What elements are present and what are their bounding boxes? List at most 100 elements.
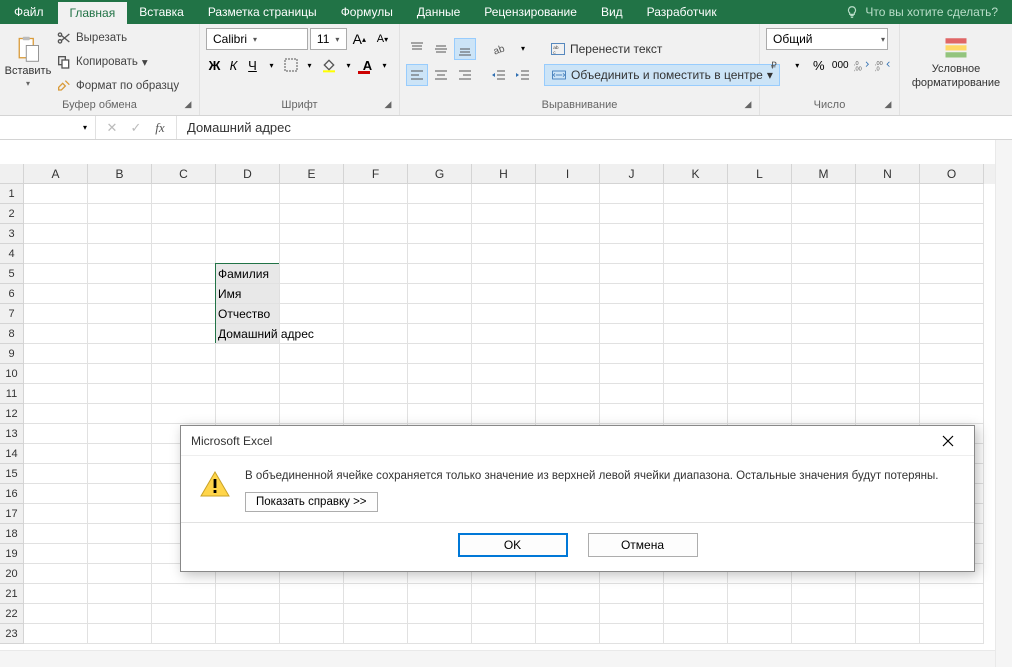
- cell[interactable]: [472, 224, 536, 244]
- cell[interactable]: [152, 364, 216, 384]
- column-header[interactable]: B: [88, 164, 152, 184]
- cell[interactable]: [728, 264, 792, 284]
- cell[interactable]: [344, 324, 408, 344]
- cell[interactable]: [88, 444, 152, 464]
- cell[interactable]: [664, 224, 728, 244]
- cell[interactable]: [152, 384, 216, 404]
- column-header[interactable]: J: [600, 164, 664, 184]
- cell[interactable]: [152, 404, 216, 424]
- cell[interactable]: [24, 224, 88, 244]
- fontcolor-dropdown[interactable]: ▾: [376, 54, 393, 76]
- cell[interactable]: [664, 244, 728, 264]
- cell[interactable]: [344, 184, 408, 204]
- cell[interactable]: [728, 284, 792, 304]
- column-header[interactable]: O: [920, 164, 984, 184]
- decrease-decimal-button[interactable]: ,00,0: [874, 54, 894, 76]
- align-middle-button[interactable]: [430, 38, 452, 60]
- accounting-format-button[interactable]: ₽: [766, 54, 786, 76]
- cell[interactable]: [728, 584, 792, 604]
- cell[interactable]: [344, 304, 408, 324]
- cell[interactable]: [536, 344, 600, 364]
- cell[interactable]: [600, 584, 664, 604]
- cell[interactable]: [280, 184, 344, 204]
- ok-button[interactable]: OK: [458, 533, 568, 557]
- cell[interactable]: [536, 624, 600, 644]
- row-header[interactable]: 14: [0, 444, 24, 464]
- cell[interactable]: [344, 344, 408, 364]
- cell[interactable]: [344, 584, 408, 604]
- align-top-button[interactable]: [406, 38, 428, 60]
- tab-file[interactable]: Файл: [0, 0, 58, 24]
- cell[interactable]: [600, 404, 664, 424]
- dialog-launcher-icon[interactable]: ◢: [881, 99, 895, 113]
- cell[interactable]: [856, 584, 920, 604]
- close-button[interactable]: [932, 426, 964, 456]
- cell[interactable]: [664, 604, 728, 624]
- wrap-text-button[interactable]: abc Перенести текст: [544, 38, 780, 60]
- cell[interactable]: [24, 464, 88, 484]
- merge-center-button[interactable]: Объединить и поместить в центре ▾: [544, 64, 780, 86]
- cell[interactable]: [88, 244, 152, 264]
- row-header[interactable]: 19: [0, 544, 24, 564]
- cell[interactable]: [920, 344, 984, 364]
- cell[interactable]: [792, 604, 856, 624]
- cell[interactable]: [472, 244, 536, 264]
- cell[interactable]: [88, 464, 152, 484]
- row-header[interactable]: 10: [0, 364, 24, 384]
- format-painter-button[interactable]: Формат по образцу: [52, 75, 183, 97]
- cell[interactable]: [472, 624, 536, 644]
- cell[interactable]: [856, 364, 920, 384]
- cell[interactable]: [280, 604, 344, 624]
- cell[interactable]: [920, 244, 984, 264]
- bold-button[interactable]: Ж: [206, 54, 223, 76]
- cells-area[interactable]: ФамилияИмяОтчествоДомашний адрес: [24, 184, 1012, 644]
- orientation-dropdown[interactable]: ▾: [512, 38, 534, 60]
- tell-me-search[interactable]: Что вы хотите сделать?: [831, 0, 1012, 24]
- row-header[interactable]: 2: [0, 204, 24, 224]
- cell[interactable]: [792, 304, 856, 324]
- cell[interactable]: [88, 584, 152, 604]
- cell[interactable]: [600, 624, 664, 644]
- cell[interactable]: [344, 244, 408, 264]
- cell[interactable]: [88, 404, 152, 424]
- cell[interactable]: [728, 324, 792, 344]
- cell[interactable]: [24, 504, 88, 524]
- cell[interactable]: [792, 344, 856, 364]
- cell[interactable]: [152, 204, 216, 224]
- align-left-button[interactable]: [406, 64, 428, 86]
- tab-page-layout[interactable]: Разметка страницы: [196, 0, 329, 24]
- cut-button[interactable]: Вырезать: [52, 27, 183, 49]
- copy-button[interactable]: Копировать ▾: [52, 51, 183, 73]
- cell[interactable]: [856, 624, 920, 644]
- cell[interactable]: [920, 324, 984, 344]
- row-header[interactable]: 11: [0, 384, 24, 404]
- cell[interactable]: [24, 204, 88, 224]
- column-headers[interactable]: ABCDEFGHIJKLMNO: [24, 164, 1012, 184]
- cell[interactable]: [280, 264, 344, 284]
- cell[interactable]: [472, 364, 536, 384]
- cell[interactable]: [88, 524, 152, 544]
- cell[interactable]: [344, 284, 408, 304]
- increase-indent-button[interactable]: [512, 64, 534, 86]
- cell[interactable]: [24, 484, 88, 504]
- cell[interactable]: [472, 264, 536, 284]
- cell[interactable]: [536, 264, 600, 284]
- cell[interactable]: [408, 404, 472, 424]
- cell[interactable]: [280, 404, 344, 424]
- column-header[interactable]: L: [728, 164, 792, 184]
- cell[interactable]: [536, 304, 600, 324]
- cell[interactable]: [536, 324, 600, 344]
- cell[interactable]: [728, 624, 792, 644]
- cell[interactable]: [24, 304, 88, 324]
- cell[interactable]: [24, 244, 88, 264]
- cell[interactable]: [88, 224, 152, 244]
- cell[interactable]: [24, 604, 88, 624]
- cell[interactable]: [24, 564, 88, 584]
- cell[interactable]: [920, 184, 984, 204]
- cell[interactable]: [664, 404, 728, 424]
- cell[interactable]: [856, 264, 920, 284]
- column-header[interactable]: H: [472, 164, 536, 184]
- cell[interactable]: [216, 204, 280, 224]
- cell[interactable]: [88, 324, 152, 344]
- cell[interactable]: [856, 224, 920, 244]
